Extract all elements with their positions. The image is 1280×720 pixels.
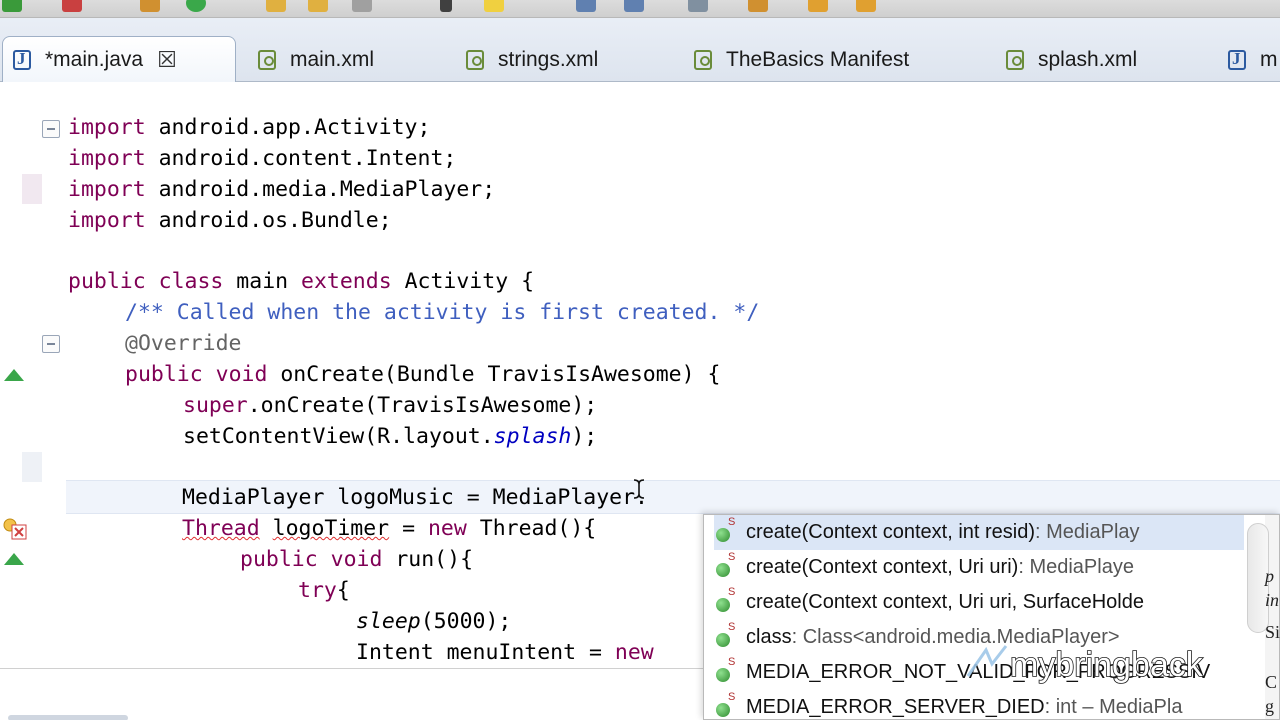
fold-toggle-icon[interactable]	[42, 120, 60, 138]
navigate-back-icon[interactable]	[808, 0, 828, 12]
tab-strings-xml[interactable]: strings.xml	[466, 38, 598, 82]
static-method-icon	[714, 586, 740, 614]
proposal-item[interactable]: create(Context context, Uri uri) : Media…	[714, 550, 1244, 585]
toggle-icon[interactable]	[688, 0, 708, 12]
code-comment: /** Called when the activity is first cr…	[125, 300, 760, 325]
static-method-icon	[714, 516, 740, 544]
error-marker-icon[interactable]	[2, 517, 28, 541]
java-file-icon	[1228, 49, 1246, 70]
editor-tab-bar: *main.java ☒ main.xml strings.xml TheBas…	[0, 18, 1280, 82]
javadoc-text: p	[1265, 566, 1274, 586]
change-marker	[22, 174, 42, 204]
proposal-return: : int – MediaPla	[1044, 696, 1183, 718]
proposal-name: create(Context context, Uri uri, Surface…	[746, 591, 1144, 613]
open-folder-icon[interactable]	[266, 0, 286, 12]
open-project-icon[interactable]	[308, 0, 328, 12]
horizontal-scrollbar[interactable]	[8, 715, 128, 720]
code-line: public void run(){	[240, 547, 474, 572]
code-line: sleep(5000);	[356, 609, 512, 634]
override-marker-icon	[4, 369, 24, 381]
navigate-forward-icon[interactable]	[856, 0, 876, 12]
code-line: import android.os.Bundle;	[68, 208, 392, 233]
tab-thebasics-manifest[interactable]: TheBasics Manifest	[694, 38, 909, 82]
fold-toggle-icon[interactable]	[42, 335, 60, 353]
javadoc-text: in	[1265, 590, 1280, 610]
next-annotation-icon[interactable]	[440, 0, 452, 12]
tab-label: TheBasics Manifest	[726, 48, 910, 71]
xml-file-icon	[1006, 50, 1024, 70]
code-line: Thread logoTimer = new Thread(){	[182, 516, 597, 541]
tab-overflow[interactable]: m	[1228, 38, 1278, 82]
proposal-name: class	[746, 626, 792, 648]
code-annotation: @Override	[125, 331, 242, 356]
layout-icon[interactable]	[624, 0, 644, 12]
code-line: Intent menuIntent = new	[356, 640, 654, 665]
mybringback-watermark-logo: mybringback	[966, 645, 1205, 685]
javadoc-text: Si	[1265, 622, 1280, 642]
tab-main-xml[interactable]: main.xml	[258, 38, 374, 82]
java-file-icon	[13, 49, 31, 70]
mouse-ibeam-icon	[633, 479, 645, 499]
tab-main-java[interactable]: *main.java ☒	[2, 36, 236, 82]
change-marker	[22, 452, 42, 482]
content-assist-popup[interactable]: create(Context context, int resid) : Med…	[703, 514, 1280, 720]
code-line: public class main extends Activity {	[68, 269, 535, 294]
proposal-item[interactable]: MEDIA_ERROR_SERVER_DIED : int – MediaPla	[714, 690, 1244, 719]
proposal-item[interactable]: create(Context context, Uri uri, Surface…	[714, 585, 1244, 620]
code-line: try{	[298, 578, 350, 603]
tab-splash-xml[interactable]: splash.xml	[1006, 38, 1137, 82]
proposal-name: MEDIA_ERROR_SERVER_DIED	[746, 696, 1045, 718]
tab-label: main.xml	[290, 48, 375, 71]
svg-text:mybringback: mybringback	[1010, 646, 1204, 684]
code-line: import android.media.MediaPlayer;	[68, 177, 496, 202]
proposal-name: create(Context context, Uri uri)	[746, 556, 1019, 578]
search-icon[interactable]	[352, 0, 372, 12]
code-line: super.onCreate(TravisIsAwesome);	[183, 393, 598, 418]
tab-label: splash.xml	[1038, 48, 1138, 71]
javadoc-text: C	[1265, 672, 1278, 692]
outline-icon[interactable]	[576, 0, 596, 12]
main-toolbar	[0, 0, 1280, 18]
tab-label: strings.xml	[498, 48, 599, 71]
xml-file-icon	[466, 50, 484, 70]
highlight-icon[interactable]	[484, 0, 504, 12]
package-icon[interactable]	[140, 0, 160, 12]
editor-bottom-area	[0, 668, 703, 720]
proposal-return: : MediaPlay	[1035, 521, 1140, 543]
xml-file-icon	[258, 50, 276, 70]
proposal-item[interactable]: create(Context context, int resid) : Med…	[714, 515, 1244, 550]
code-line-current: MediaPlayer logoMusic = MediaPlayer.	[182, 485, 648, 510]
static-field-icon	[714, 691, 740, 719]
back-icon[interactable]	[748, 0, 768, 12]
close-icon[interactable]: ☒	[157, 47, 177, 73]
proposal-return: : MediaPlaye	[1018, 556, 1134, 578]
tab-label: *main.java	[45, 47, 144, 71]
javadoc-text: g	[1265, 696, 1274, 716]
override-marker-icon	[4, 553, 24, 565]
proposal-name: create(Context context, int resid)	[746, 521, 1036, 543]
xml-file-icon	[694, 50, 712, 70]
code-line: public void onCreate(Bundle TravisIsAwes…	[125, 362, 721, 387]
code-line: setContentView(R.layout.splash);	[183, 424, 598, 449]
static-field-icon	[714, 656, 740, 684]
run-icon[interactable]	[2, 0, 22, 12]
run-last-icon[interactable]	[186, 0, 206, 12]
static-field-icon	[714, 621, 740, 649]
code-line: import android.app.Activity;	[68, 115, 431, 140]
static-method-icon	[714, 551, 740, 579]
code-line: import android.content.Intent;	[68, 146, 457, 171]
debug-icon[interactable]	[62, 0, 82, 12]
tab-label: m	[1260, 48, 1278, 71]
